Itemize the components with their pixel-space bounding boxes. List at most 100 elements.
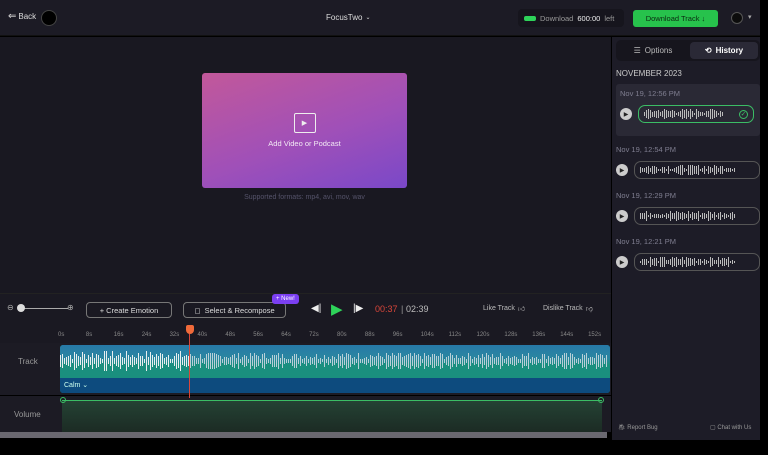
waveform-bar — [244, 355, 245, 367]
timeline-ruler[interactable]: 0s 8s 16s 24s 32s 40s 48s 56s 64s 72s 80s 88s 96s 104… — [0, 325, 611, 343]
waveform-bar — [166, 357, 167, 365]
track-clip[interactable]: Calm ⌄ — [60, 345, 610, 393]
waveform-bar — [104, 351, 105, 371]
back-button[interactable]: ⇐ Back — [8, 11, 36, 22]
waveform-bar — [488, 355, 489, 367]
play-icon[interactable]: ▶ — [616, 210, 628, 222]
waveform-bar — [730, 260, 731, 264]
waveform-bar — [702, 260, 703, 264]
waveform-bar — [724, 213, 725, 219]
skip-back-icon[interactable]: ◀| — [311, 303, 321, 314]
add-video-button[interactable]: ▶ Add Video or Podcast — [202, 73, 407, 188]
waveform-bar — [726, 213, 727, 219]
zoom-slider-handle[interactable] — [17, 304, 25, 312]
waveform-bar — [680, 111, 681, 117]
like-track-button[interactable]: Like Track 👍︎ — [483, 304, 525, 313]
waveform-bar — [144, 358, 145, 364]
waveform-bar — [342, 354, 343, 368]
volume-point[interactable] — [598, 397, 604, 403]
waveform-bar — [390, 356, 391, 366]
play-icon[interactable]: ▶ — [331, 300, 343, 318]
waveform-bar — [154, 357, 155, 365]
waveform-bar — [714, 211, 715, 221]
history-waveform[interactable]: ✓ — [638, 105, 754, 123]
waveform-bar — [284, 358, 285, 364]
waveform-bar — [106, 350, 107, 372]
waveform-bar — [680, 213, 681, 219]
waveform-bar — [646, 166, 647, 174]
waveform-bar — [400, 353, 401, 369]
waveform-bar — [70, 354, 71, 368]
waveform-bar — [374, 356, 375, 366]
waveform-bar — [644, 112, 645, 116]
chat-button[interactable]: ▢ Chat with Us — [710, 424, 751, 431]
waveform-bar — [334, 356, 335, 366]
volume-envelope[interactable] — [62, 400, 602, 432]
ruler-tick: 72s — [309, 332, 319, 338]
waveform-bar — [330, 358, 331, 364]
thumbs-up-icon: 👍︎ — [517, 306, 526, 313]
download-track-button[interactable]: Download Track ↓ — [633, 10, 718, 27]
waveform-bar — [688, 110, 689, 118]
ruler-tick: 56s — [253, 332, 263, 338]
ruler-tick: 112s — [448, 332, 462, 338]
waveform-bar — [698, 111, 699, 117]
skip-forward-icon[interactable]: |▶ — [353, 303, 363, 314]
dislike-track-button[interactable]: Dislike Track 👎︎ — [543, 304, 593, 313]
waveform-bar — [498, 356, 499, 366]
chevron-down-icon[interactable]: ▾ — [748, 13, 752, 21]
waveform-bar — [694, 213, 695, 219]
history-waveform[interactable] — [634, 207, 760, 225]
play-icon[interactable]: ▶ — [616, 256, 628, 268]
waveform-bar — [108, 358, 109, 364]
waveform-bar — [654, 214, 655, 218]
waveform-bar — [592, 357, 593, 365]
avatar[interactable] — [731, 12, 743, 24]
volume-point[interactable] — [60, 397, 66, 403]
tab-options[interactable]: ☰ Options — [620, 42, 686, 59]
waveform-bar — [100, 357, 101, 365]
project-title-dropdown[interactable]: FocusTwo ⌄ — [326, 13, 371, 22]
waveform-bar — [92, 353, 93, 369]
emotion-dropdown[interactable]: Calm ⌄ — [60, 378, 610, 393]
playhead-handle[interactable] — [186, 325, 195, 334]
select-recompose-button[interactable]: ◻ Select & Recompose — [183, 302, 286, 318]
waveform-bar — [452, 354, 453, 368]
waveform-bar — [702, 212, 703, 220]
waveform-bar — [300, 356, 301, 366]
tab-history[interactable]: ⟲ History — [690, 42, 758, 59]
history-waveform[interactable] — [634, 161, 760, 179]
ruler-tick: 64s — [281, 332, 291, 338]
waveform-bar — [540, 358, 541, 364]
bug-icon: 🐞︎ — [618, 425, 628, 431]
play-icon[interactable]: ▶ — [616, 164, 628, 176]
waveform-bar — [648, 166, 649, 174]
waveform-bar — [734, 260, 735, 264]
waveform-bar — [128, 355, 129, 367]
report-bug-button[interactable]: 🐞︎ Report Bug — [618, 424, 658, 431]
app-logo[interactable] — [41, 10, 57, 26]
waveform-bar — [468, 352, 469, 370]
play-icon[interactable]: ▶ — [620, 108, 632, 120]
current-time: 00:37 — [375, 304, 398, 314]
waveform-bar — [138, 352, 139, 370]
waveform-bar — [232, 354, 233, 368]
waveform-bar — [196, 357, 197, 365]
ruler-tick: 40s — [197, 332, 208, 338]
check-circle-icon: ✓ — [739, 109, 748, 119]
history-waveform[interactable] — [634, 253, 760, 271]
zoom-in-icon[interactable]: ⊕ — [67, 303, 74, 312]
waveform-bar — [650, 213, 651, 219]
waveform-bar — [666, 109, 667, 119]
waveform-bar — [716, 110, 717, 118]
waveform-bar — [412, 355, 413, 367]
waveform-bar — [674, 257, 675, 267]
timeline-scrollbar[interactable] — [0, 432, 607, 438]
create-emotion-button[interactable]: + Create Emotion — [86, 302, 172, 318]
waveform-bar — [684, 109, 685, 119]
waveform-bar — [430, 356, 431, 366]
waveform-bar — [248, 358, 249, 364]
zoom-slider[interactable] — [18, 308, 68, 309]
zoom-out-icon[interactable]: ⊖ — [7, 303, 14, 312]
waveform-bar — [264, 353, 265, 369]
